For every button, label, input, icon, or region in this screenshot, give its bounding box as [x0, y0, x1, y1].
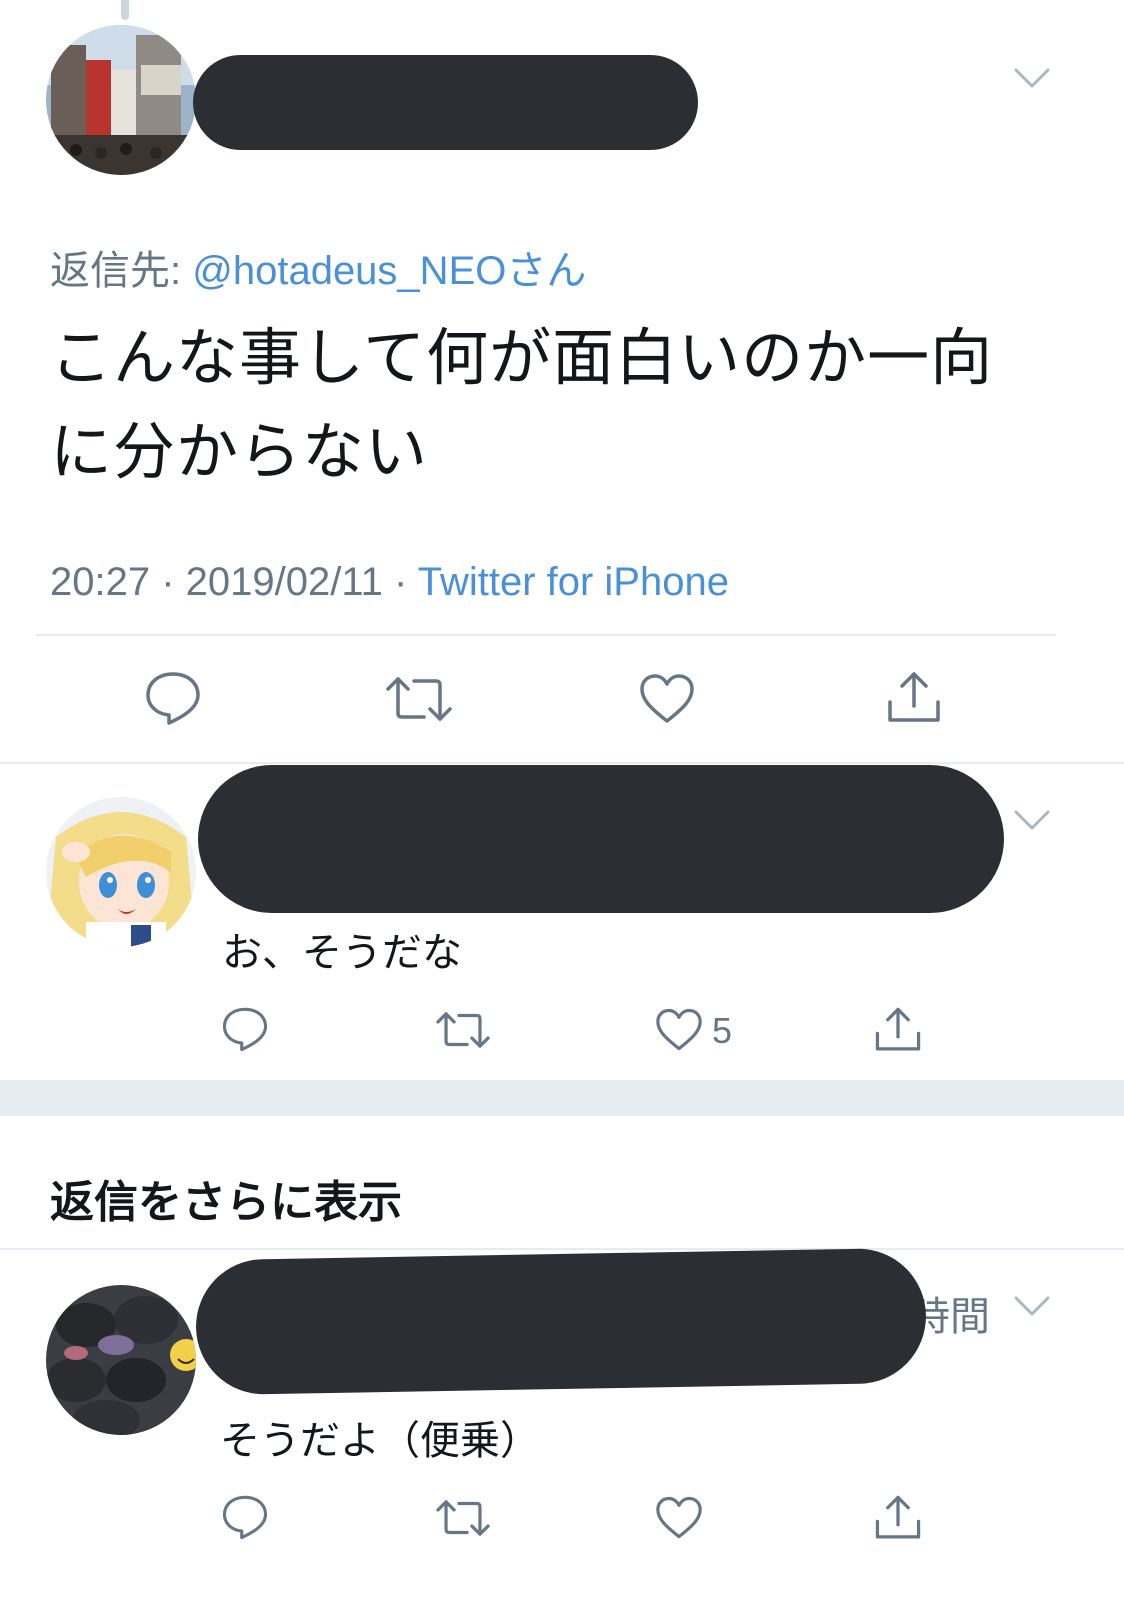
tweet-meta: 20:27 · 2019/02/11 · Twitter for iPhone	[50, 560, 729, 605]
reply-icon[interactable]	[144, 670, 202, 726]
redacted-username	[194, 1247, 928, 1396]
chevron-down-icon[interactable]	[1012, 64, 1052, 92]
section-gap	[0, 1080, 1124, 1116]
reply-icon[interactable]	[221, 1494, 269, 1540]
like-count: 5	[712, 1010, 733, 1051]
divider	[0, 762, 1124, 764]
thread-line	[121, 0, 129, 20]
chevron-down-icon[interactable]	[1012, 806, 1052, 834]
tweet-text-line: に分からない	[50, 418, 429, 487]
tweet-source-link[interactable]: Twitter for iPhone	[418, 560, 729, 604]
reply-text: お、そうだな	[222, 931, 462, 975]
show-more-replies-button[interactable]: 返信をさらに表示	[50, 1166, 402, 1230]
meta-separator: ·	[382, 560, 418, 604]
retweet-icon[interactable]	[436, 1009, 490, 1051]
avatar[interactable]	[46, 1285, 196, 1435]
redacted-username	[193, 55, 698, 150]
like-icon[interactable]	[655, 1496, 703, 1540]
avatar[interactable]	[46, 25, 196, 175]
chevron-down-icon[interactable]	[1012, 1292, 1052, 1320]
tweet-time: 20:27	[50, 560, 151, 604]
reply-text: そうだよ（便乗）	[220, 1419, 540, 1463]
share-icon[interactable]	[874, 1006, 922, 1054]
avatar[interactable]	[46, 797, 196, 947]
redacted-username	[198, 765, 1004, 913]
retweet-icon[interactable]	[386, 673, 452, 725]
meta-separator: ·	[150, 560, 186, 604]
tweet-text-line: こんな事して何が面白いのか一向	[50, 324, 994, 393]
retweet-icon[interactable]	[436, 1497, 490, 1539]
like-icon[interactable]	[639, 673, 695, 725]
reply-to-line: 返信先: @hotadeus_NEOさん	[50, 238, 586, 296]
tweet-date: 2019/02/11	[185, 560, 383, 604]
reply-icon[interactable]	[221, 1006, 269, 1052]
like-icon[interactable]	[655, 1008, 703, 1052]
divider	[0, 1248, 1124, 1250]
tweet-text: こんな事して何が面白いのか一向 に分からない	[50, 312, 1060, 500]
reply-to-prefix: 返信先:	[50, 249, 193, 293]
share-icon[interactable]	[886, 670, 942, 726]
reply-to-handle-link[interactable]: @hotadeus_NEOさん	[192, 249, 586, 293]
share-icon[interactable]	[874, 1494, 922, 1542]
divider	[36, 634, 1056, 636]
